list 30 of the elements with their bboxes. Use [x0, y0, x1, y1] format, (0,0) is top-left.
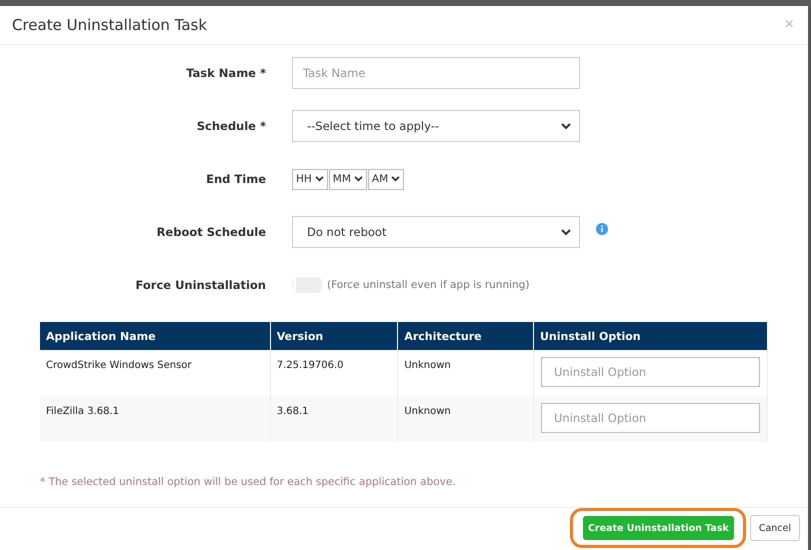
- field-label: Schedule *: [196, 119, 267, 133]
- field-label: Reboot Schedule: [156, 225, 267, 239]
- chevron-down-icon: [561, 122, 571, 130]
- chevron-down-icon: [354, 176, 363, 182]
- period-dropdown[interactable]: AM: [368, 168, 404, 190]
- field-label: Force Uninstallation: [134, 278, 267, 292]
- column-header: Architecture: [398, 322, 534, 350]
- uninstall-option-field[interactable]: Uninstall Option: [541, 403, 760, 433]
- column-header: Version: [270, 322, 398, 350]
- minute-dropdown[interactable]: MM: [328, 168, 367, 190]
- table-cell: Unknown: [398, 396, 534, 442]
- toggle-hint: (Force uninstall even if app is running): [327, 279, 530, 291]
- chevron-down-icon: [561, 228, 571, 236]
- field-label: End Time: [205, 172, 267, 186]
- hour-dropdown[interactable]: HH: [292, 168, 328, 190]
- uninstall-option-field[interactable]: Uninstall Option: [541, 357, 760, 387]
- chevron-down-icon: [391, 176, 400, 182]
- column-header: Uninstall Option: [534, 322, 768, 350]
- column-header: Application Name: [40, 322, 270, 350]
- task-name-field[interactable]: Task Name: [292, 57, 580, 89]
- table-cell: FileZilla 3.68.1: [40, 396, 270, 442]
- info-icon[interactable]: [596, 223, 608, 235]
- dialog-title: Create Uninstallation Task: [12, 16, 208, 34]
- cancel-button[interactable]: Cancel: [750, 515, 800, 541]
- reboot-schedule-dropdown[interactable]: Do not reboot: [292, 216, 580, 248]
- schedule-dropdown[interactable]: --Select time to apply--: [292, 110, 580, 142]
- footnote-text: * The selected uninstall option will be used for each specific application above.: [40, 476, 457, 488]
- table-cell: 3.68.1: [270, 396, 398, 442]
- field-label: Task Name *: [185, 66, 267, 80]
- chevron-down-icon: [314, 176, 324, 182]
